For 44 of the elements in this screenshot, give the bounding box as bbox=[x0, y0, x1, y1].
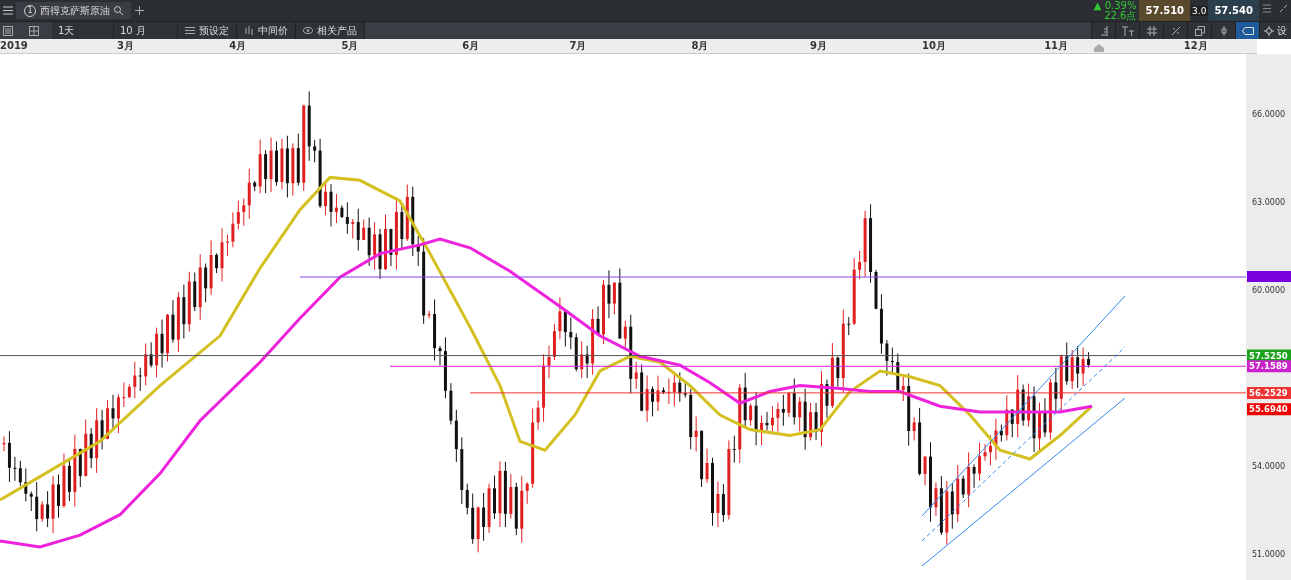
price-label: 60.0000 bbox=[1252, 286, 1286, 295]
price-label: 66.0000 bbox=[1252, 110, 1286, 119]
price-tag: 55.6940 bbox=[1247, 403, 1291, 416]
settings-icon bbox=[1264, 25, 1274, 36]
date-label: 10月 bbox=[922, 39, 946, 53]
related-products-button[interactable]: 相关产品 bbox=[296, 22, 365, 39]
sell-price[interactable]: 57.510 bbox=[1139, 0, 1191, 21]
mid-price-button[interactable]: 中间价 bbox=[237, 22, 296, 39]
date-label: 4月 bbox=[229, 39, 247, 53]
change-percent: ▲ 0.39% bbox=[1093, 0, 1137, 11]
search-icon[interactable] bbox=[114, 6, 123, 15]
range-selector[interactable]: 10 月 bbox=[114, 22, 178, 39]
eye-icon bbox=[303, 27, 313, 34]
date-label: 3月 bbox=[117, 39, 135, 53]
copy-icon[interactable] bbox=[1187, 22, 1211, 39]
marker-icon[interactable] bbox=[1094, 44, 1104, 52]
candle-icon[interactable] bbox=[1211, 22, 1235, 39]
grid-icon[interactable] bbox=[1139, 22, 1163, 39]
price-label: 63.0000 bbox=[1252, 198, 1286, 207]
date-label: 11月 bbox=[1044, 39, 1069, 53]
spread-badge: 3.0 bbox=[1190, 5, 1209, 16]
date-label: 2019 bbox=[0, 39, 28, 53]
bars-icon bbox=[244, 26, 254, 35]
interval-selector[interactable]: 1天 bbox=[52, 22, 114, 39]
date-label: 12月 bbox=[1183, 39, 1208, 53]
date-label: 8月 bbox=[691, 39, 709, 53]
price-tag bbox=[1247, 271, 1291, 282]
tag-icon[interactable] bbox=[1235, 22, 1259, 39]
chart-tab[interactable]: 1 西得克萨斯原油 bbox=[16, 2, 131, 19]
price-label: 54.0000 bbox=[1252, 461, 1286, 471]
buy-price[interactable]: 57.540 bbox=[1208, 0, 1259, 21]
price-tag: 57.1589 bbox=[1247, 360, 1291, 373]
ruler-icon[interactable] bbox=[1091, 22, 1115, 39]
date-label: 7月 bbox=[569, 39, 587, 53]
settings-button[interactable]: 设 bbox=[1259, 22, 1291, 39]
sliders-icon bbox=[185, 26, 195, 35]
preset-button[interactable]: 预设定 bbox=[178, 22, 237, 39]
text-tool-icon[interactable] bbox=[1115, 22, 1139, 39]
date-label: 5月 bbox=[341, 39, 359, 53]
date-label: 9月 bbox=[809, 39, 827, 53]
date-label: 6月 bbox=[462, 39, 480, 53]
price-label: 51.0000 bbox=[1252, 549, 1286, 559]
draw-tool-icon[interactable] bbox=[1163, 22, 1187, 39]
change-points: 22.6点 bbox=[1103, 10, 1137, 21]
